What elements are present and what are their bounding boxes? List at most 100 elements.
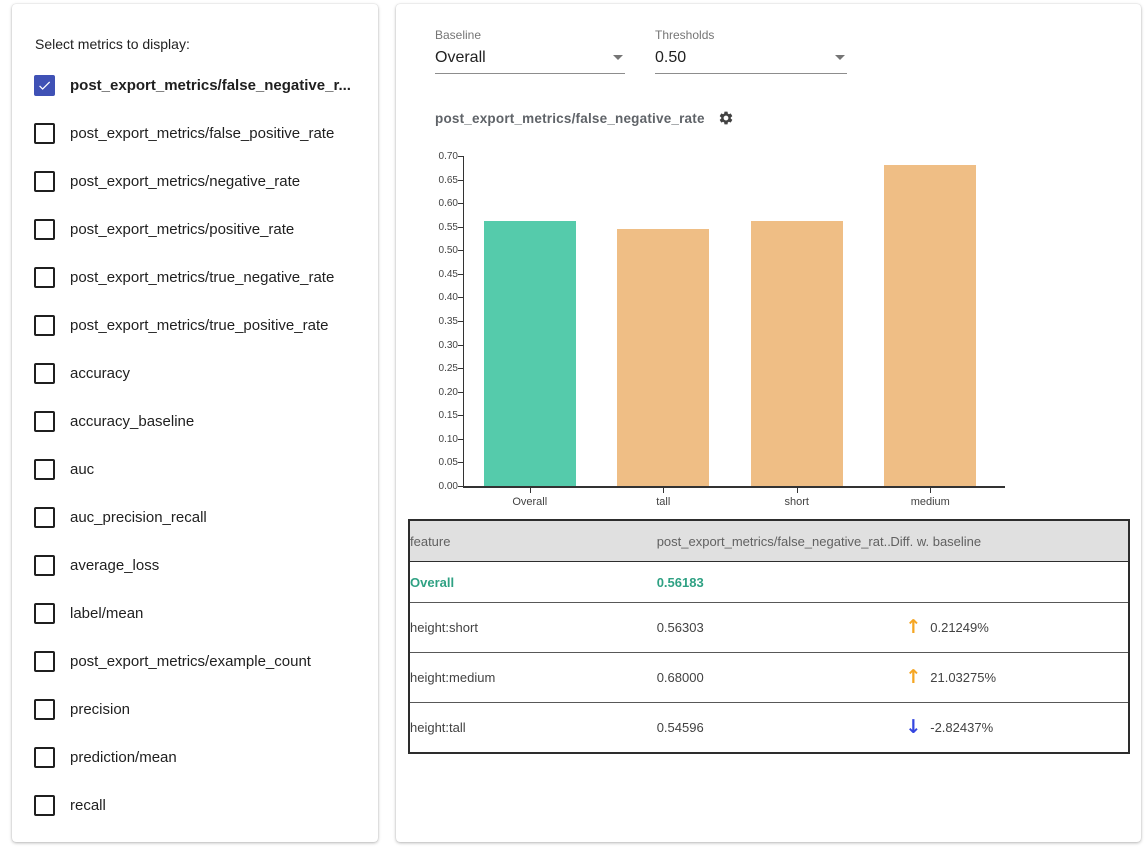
y-axis-tick-label: 0.00 [432, 481, 458, 492]
metric-item-label: auc [70, 461, 94, 478]
table-row: height:short0.56303↑0.21249% [409, 603, 1129, 653]
metric-item[interactable]: post_export_metrics/positive_rate [12, 205, 378, 253]
chart-title: post_export_metrics/false_negative_rate [435, 111, 705, 126]
y-axis-tick [458, 392, 463, 393]
baseline-value[interactable]: Overall [435, 46, 625, 74]
bar-chart: 0.000.050.100.150.200.250.300.350.400.45… [432, 150, 1032, 522]
y-axis-tick-label: 0.35 [432, 316, 458, 327]
metric-item-label: recall [70, 797, 106, 814]
diff-cell: ↑ 0.21249% [890, 603, 1129, 653]
baseline-dropdown[interactable]: Baseline Overall [435, 28, 625, 74]
y-axis-tick-label: 0.50 [432, 245, 458, 256]
x-axis-tick [530, 488, 531, 493]
diff-cell [890, 562, 1129, 603]
metric-item[interactable]: prediction/mean [12, 733, 378, 781]
table-header-row: feature post_export_metrics/false_negati… [409, 520, 1129, 562]
y-axis-tick-label: 0.20 [432, 387, 458, 398]
metric-item-label: post_export_metrics/false_positive_rate [70, 125, 334, 142]
y-axis-tick-label: 0.15 [432, 410, 458, 421]
metric-item[interactable]: post_export_metrics/example_count [12, 637, 378, 685]
y-axis-tick [458, 486, 463, 487]
metric-selector-title: Select metrics to display: [35, 36, 190, 52]
thresholds-dropdown[interactable]: Thresholds 0.50 [655, 28, 847, 74]
y-axis-tick [458, 180, 463, 181]
y-axis-tick-label: 0.65 [432, 175, 458, 186]
metric-checkbox[interactable] [34, 219, 55, 240]
y-axis-tick-label: 0.25 [432, 363, 458, 374]
metric-checkbox[interactable] [34, 171, 55, 192]
y-axis-tick [458, 156, 463, 157]
y-axis-tick [458, 203, 463, 204]
metric-checkbox[interactable] [34, 363, 55, 384]
metric-checkbox[interactable] [34, 603, 55, 624]
arrow-up-icon: ↑ [905, 618, 921, 637]
metric-item[interactable]: accuracy_baseline [12, 397, 378, 445]
metric-checkbox-checked[interactable] [34, 75, 55, 96]
thresholds-value[interactable]: 0.50 [655, 46, 847, 74]
metric-item[interactable]: post_export_metrics/false_positive_rate [12, 109, 378, 157]
metric-checkbox[interactable] [34, 555, 55, 576]
feature-cell: Overall [409, 562, 657, 603]
y-axis-tick [458, 368, 463, 369]
bar-short[interactable] [751, 221, 843, 486]
metric-checkbox[interactable] [34, 795, 55, 816]
table-row: height:medium0.68000↑21.03275% [409, 653, 1129, 703]
metric-item[interactable]: post_export_metrics/true_negative_rate [12, 253, 378, 301]
metric-list: post_export_metrics/false_negative_r...p… [12, 61, 378, 829]
metric-item[interactable]: auc [12, 445, 378, 493]
baseline-selected-option: Overall [435, 49, 486, 66]
metric-item[interactable]: post_export_metrics/true_positive_rate [12, 301, 378, 349]
metric-item-label: post_export_metrics/example_count [70, 653, 311, 670]
metric-item-label: accuracy_baseline [70, 413, 194, 430]
y-axis-tick [458, 274, 463, 275]
bar-Overall[interactable] [484, 221, 576, 486]
metric-checkbox[interactable] [34, 267, 55, 288]
metric-checkbox[interactable] [34, 123, 55, 144]
metric-checkbox[interactable] [34, 699, 55, 720]
metric-item[interactable]: average_loss [12, 541, 378, 589]
metric-item-label: accuracy [70, 365, 130, 382]
feature-cell: height:tall [409, 703, 657, 754]
x-axis-line [463, 486, 1005, 488]
table-row: height:tall0.54596↓-2.82437% [409, 703, 1129, 754]
baseline-label: Baseline [435, 28, 625, 42]
metric-checkbox[interactable] [34, 651, 55, 672]
metric-item-label: post_export_metrics/true_positive_rate [70, 317, 328, 334]
metric-item[interactable]: label/mean [12, 589, 378, 637]
arrow-down-icon: ↓ [905, 718, 921, 737]
x-axis-label: short [730, 496, 864, 508]
metric-checkbox[interactable] [34, 315, 55, 336]
metric-item[interactable]: accuracy [12, 349, 378, 397]
metric-item[interactable]: post_export_metrics/false_negative_r... [12, 61, 378, 109]
bar-tall[interactable] [617, 229, 709, 486]
diff-indicator: ↑ 0.21249% [890, 618, 1128, 637]
metric-checkbox[interactable] [34, 459, 55, 480]
diff-value: 21.03275% [930, 670, 996, 685]
metric-checkbox[interactable] [34, 507, 55, 528]
metric-checkbox[interactable] [34, 411, 55, 432]
metric-checkbox[interactable] [34, 747, 55, 768]
y-axis-tick-label: 0.10 [432, 434, 458, 445]
arrow-up-icon: ↑ [905, 668, 921, 687]
gear-icon[interactable] [718, 110, 734, 126]
metric-item[interactable]: auc_precision_recall [12, 493, 378, 541]
x-axis-tick [663, 488, 664, 493]
y-axis-tick [458, 439, 463, 440]
chevron-down-icon [835, 55, 845, 60]
column-header-diff: Diff. w. baseline [890, 520, 1129, 562]
metric-value-cell: 0.68000 [657, 653, 891, 703]
y-axis-line [463, 156, 464, 486]
metric-item[interactable]: recall [12, 781, 378, 829]
y-axis-tick [458, 345, 463, 346]
metric-item-label: label/mean [70, 605, 143, 622]
metric-item[interactable]: precision [12, 685, 378, 733]
metric-item-label: post_export_metrics/true_negative_rate [70, 269, 334, 286]
y-axis-tick-label: 0.30 [432, 340, 458, 351]
metric-item-label: prediction/mean [70, 749, 177, 766]
diff-value: 0.21249% [930, 620, 989, 635]
bar-medium[interactable] [884, 165, 976, 486]
metric-item[interactable]: post_export_metrics/negative_rate [12, 157, 378, 205]
x-axis-label: medium [864, 496, 998, 508]
diff-indicator: ↓-2.82437% [890, 718, 1128, 737]
y-axis-tick-label: 0.05 [432, 457, 458, 468]
